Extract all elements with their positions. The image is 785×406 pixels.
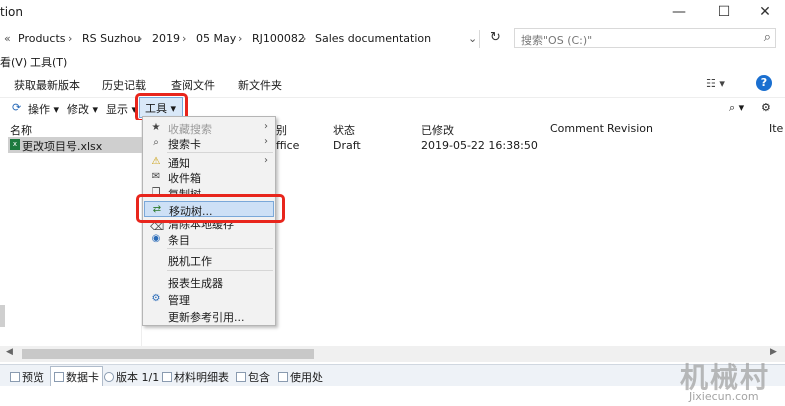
chevron-right-icon[interactable]: › <box>182 32 186 45</box>
menu-item-search-card[interactable]: ⌕ 搜索卡 › <box>144 135 274 151</box>
menu-item-report-generator[interactable]: 报表生成器 <box>144 274 274 290</box>
star-icon: ★ <box>151 122 161 133</box>
scroll-left-icon[interactable]: ◀ <box>6 347 13 357</box>
view-file-button[interactable]: 查阅文件 <box>171 77 215 93</box>
inbox-icon: ✉ <box>151 171 161 182</box>
column-header-item[interactable]: Ite <box>769 122 783 135</box>
left-pane-edge <box>0 305 5 327</box>
preview-icon <box>10 372 20 382</box>
file-category: ffice <box>276 139 300 152</box>
breadcrumb-item[interactable]: Products <box>18 32 66 45</box>
breadcrumb-overflow[interactable]: « <box>4 32 11 45</box>
get-latest-button[interactable]: 获取最新版本 <box>14 77 80 93</box>
modify-menu-button[interactable]: 修改 ▾ <box>67 101 98 117</box>
breadcrumb-item[interactable]: 05 May <box>196 32 236 45</box>
chevron-right-icon[interactable]: › <box>238 32 242 45</box>
title-bar: tion — ☐ ✕ <box>0 0 785 26</box>
menu-item-administration[interactable]: ⚙ 管理 <box>144 291 274 307</box>
menu-item-update-references[interactable]: 更新参考引用... <box>144 308 274 324</box>
horizontal-scrollbar[interactable]: ◀ ▶ <box>0 346 785 362</box>
search-icon: ⌕ <box>153 137 159 148</box>
bottom-tab-bar: 预览 数据卡 版本 1/1 材料明细表 包含 使用处 <box>0 364 785 386</box>
column-header-name[interactable]: 名称 <box>10 122 32 138</box>
address-bar: « Products › RS Suzhou › 2019 › 05 May ›… <box>0 28 785 50</box>
column-header-checked-in[interactable]: 已修改 <box>421 122 454 138</box>
menu-item-inbox[interactable]: ✉ 收件箱 <box>144 169 274 185</box>
refresh-view-icon[interactable]: ⟳ <box>12 101 21 114</box>
search-placeholder: 搜索"OS (C:)" <box>521 34 593 47</box>
breadcrumb-item[interactable]: RJ100082 <box>252 32 305 45</box>
version-icon <box>104 372 114 382</box>
tab-datacard[interactable]: 数据卡 <box>50 366 103 386</box>
tab-version[interactable]: 版本 1/1 <box>104 369 159 385</box>
settings-icon[interactable]: ⚙ <box>761 101 771 114</box>
help-icon[interactable]: ? <box>756 75 772 91</box>
watermark-url: Jixiecun.com <box>689 390 759 403</box>
file-modified: 2019-05-22 16:38:50 <box>421 139 538 152</box>
where-used-icon <box>278 372 288 382</box>
search-icon[interactable]: ⌕ <box>764 30 771 45</box>
file-name[interactable]: 更改项目号.xlsx <box>22 138 102 154</box>
refresh-icon[interactable]: ↻ <box>490 30 501 45</box>
column-header-category[interactable]: 别 <box>276 122 287 138</box>
clear-cache-icon: ⌫ <box>150 222 165 230</box>
warning-icon: ⚠ <box>151 156 161 167</box>
menu-item-notifications[interactable]: ⚠ 通知 › <box>144 154 274 170</box>
excel-file-icon: x <box>10 139 20 150</box>
maximize-button[interactable]: ☐ <box>701 0 747 26</box>
menu-item-saved-search[interactable]: ★ 收藏搜索 › <box>144 120 274 136</box>
chevron-right-icon: › <box>264 155 268 166</box>
command-bar: 获取最新版本 历史记载 查阅文件 新文件夹 ☷ ▾ ? <box>0 70 785 98</box>
tab-where-used[interactable]: 使用处 <box>278 369 323 385</box>
menu-separator <box>167 152 273 153</box>
search-input[interactable]: 搜索"OS (C:)" ⌕ <box>514 28 776 48</box>
move-tree-highlight-box <box>136 194 285 223</box>
scroll-right-icon[interactable]: ▶ <box>770 347 777 357</box>
toolbar: ⟳ 操作 ▾ 修改 ▾ 显示 ▾ ⌕ ▾ ⚙ <box>0 98 785 118</box>
zoom-icon[interactable]: ⌕ ▾ <box>729 101 744 115</box>
menu-item-items[interactable]: ◉ 条目 <box>144 231 274 247</box>
chevron-right-icon[interactable]: › <box>138 32 142 45</box>
breadcrumb-item[interactable]: Sales documentation <box>315 32 431 45</box>
display-menu-button[interactable]: 显示 ▾ <box>106 101 137 117</box>
menu-separator <box>167 248 273 249</box>
new-folder-button[interactable]: 新文件夹 <box>238 77 282 93</box>
menu-item-work-offline[interactable]: 脱机工作 <box>144 252 274 268</box>
actions-menu-button[interactable]: 操作 ▾ <box>28 101 59 117</box>
tab-contains[interactable]: 包含 <box>236 369 270 385</box>
close-button[interactable]: ✕ <box>742 0 785 26</box>
column-header-state[interactable]: 状态 <box>333 122 355 138</box>
chevron-right-icon: › <box>264 121 268 132</box>
file-state: Draft <box>333 139 361 152</box>
menu-tools[interactable]: 工具(T) <box>30 54 67 70</box>
tab-preview[interactable]: 预览 <box>10 369 44 385</box>
menu-separator <box>167 270 273 271</box>
column-header-comment[interactable]: Comment <box>550 122 604 135</box>
chevron-down-icon[interactable]: ⌄ <box>468 32 477 45</box>
chevron-right-icon: › <box>264 136 268 147</box>
chevron-right-icon[interactable]: › <box>68 32 72 45</box>
table-row[interactable]: x 更改项目号.xlsx <box>8 137 142 153</box>
item-icon: ◉ <box>151 233 161 244</box>
bom-icon <box>162 372 172 382</box>
window-title: tion <box>0 5 23 19</box>
scrollbar-thumb[interactable] <box>22 349 314 359</box>
view-options-icon[interactable]: ☷ ▾ <box>706 77 725 90</box>
breadcrumb-item[interactable]: 2019 <box>152 32 180 45</box>
contains-icon <box>236 372 246 382</box>
breadcrumb-item[interactable]: RS Suzhou <box>82 32 141 45</box>
menu-view[interactable]: 看(V) <box>0 54 27 70</box>
column-header-revision[interactable]: Revision <box>607 122 653 135</box>
history-button[interactable]: 历史记载 <box>102 77 146 93</box>
breadcrumb[interactable]: « Products › RS Suzhou › 2019 › 05 May ›… <box>2 30 480 48</box>
chevron-right-icon[interactable]: › <box>302 32 306 45</box>
tab-bill-of-materials[interactable]: 材料明细表 <box>162 369 229 385</box>
datacard-icon <box>54 372 64 382</box>
admin-icon: ⚙ <box>151 293 161 304</box>
minimize-button[interactable]: — <box>656 0 702 26</box>
menu-bar: 看(V) 工具(T) <box>0 53 785 69</box>
